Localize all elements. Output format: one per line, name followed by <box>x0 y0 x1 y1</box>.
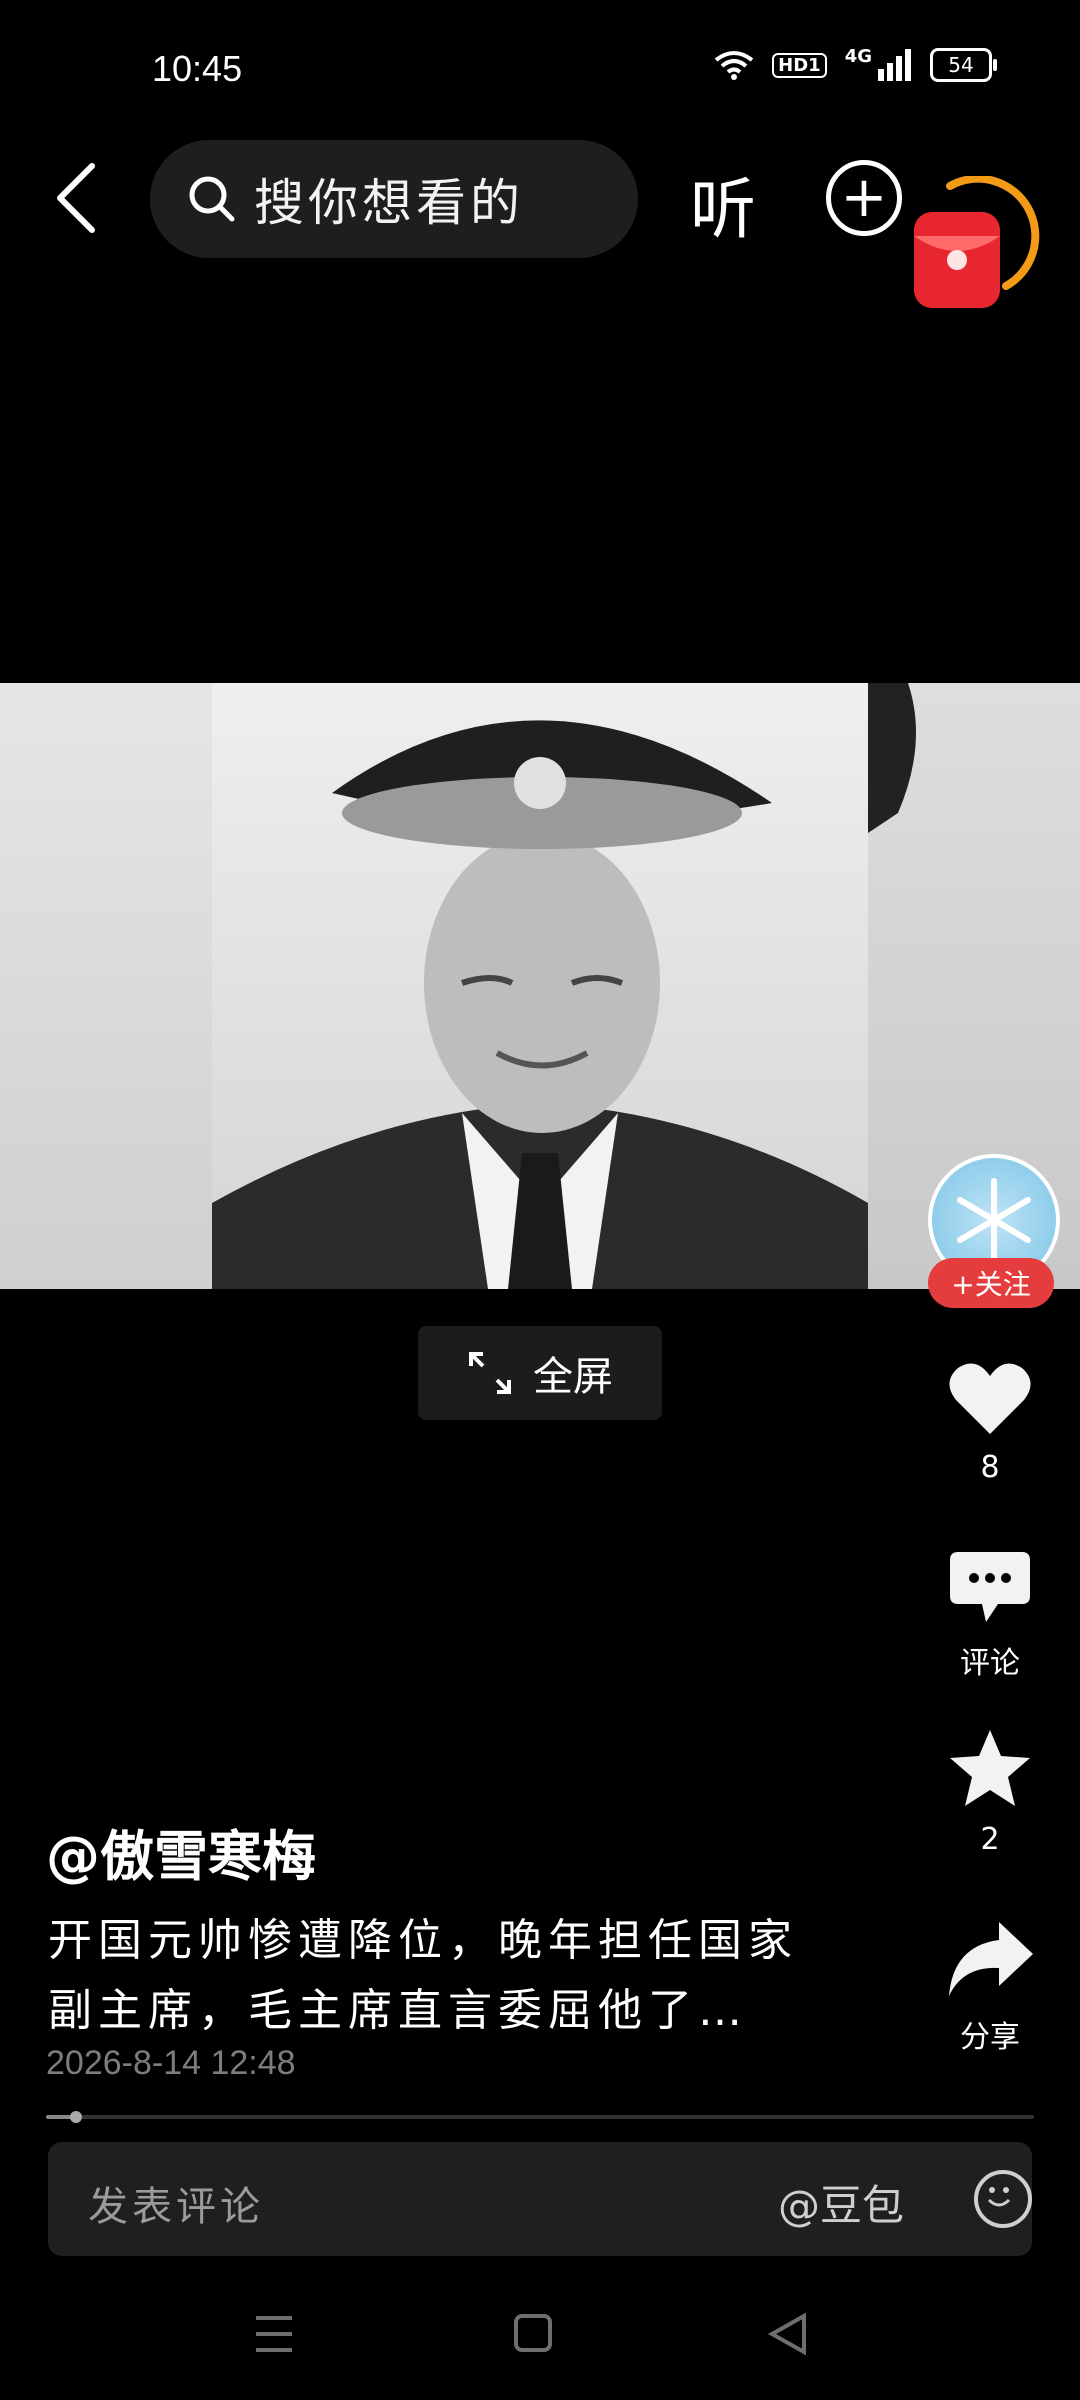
post-caption[interactable]: 开国元帅惨遭降位，晚年担任国家副主席，毛主席直言委屈他了… <box>48 1906 828 2046</box>
fullscreen-label: 全屏 <box>533 1354 613 1400</box>
favorite-count: 2 <box>980 1822 1000 1857</box>
plus-icon: + <box>840 165 888 230</box>
signal-icon <box>878 49 911 81</box>
comment-button[interactable]: 评论 <box>930 1552 1050 1682</box>
back-nav-icon[interactable] <box>767 2312 806 2356</box>
portrait-photo <box>212 683 868 1289</box>
post-timestamp: 2026-8-14 12:48 <box>46 2044 296 2082</box>
add-button[interactable]: + <box>826 160 902 236</box>
search-icon <box>189 176 235 222</box>
hd-badge: HD1 <box>772 52 827 78</box>
fullscreen-button[interactable]: 全屏 <box>418 1326 662 1420</box>
system-nav-bar <box>256 2312 806 2356</box>
comment-input[interactable]: 发表评论 @豆包 <box>48 2142 1032 2256</box>
video-progress[interactable] <box>46 2111 1034 2123</box>
share-label: 分享 <box>960 2020 1020 2055</box>
like-button[interactable]: 8 <box>930 1360 1050 1485</box>
search-bar[interactable]: 搜你想看的 <box>150 140 638 258</box>
star-icon <box>950 1730 1030 1806</box>
post-username[interactable]: @傲雪寒梅 <box>46 1812 316 1891</box>
expand-icon <box>469 1352 511 1394</box>
progress-knob[interactable] <box>69 2111 82 2123</box>
heart-icon <box>949 1363 1031 1434</box>
post-media[interactable] <box>0 683 1080 1289</box>
status-time: 10:45 <box>152 48 243 89</box>
wifi-icon <box>714 51 754 80</box>
comment-placeholder: 发表评论 <box>88 2184 264 2230</box>
like-count: 8 <box>980 1450 1000 1485</box>
emoji-icon[interactable] <box>974 2170 1032 2228</box>
snowflake-icon <box>957 1178 1031 1262</box>
mention-button[interactable]: @豆包 <box>778 2172 904 2233</box>
listen-button[interactable]: 听 <box>690 156 756 252</box>
photo-side-left <box>0 683 212 1289</box>
favorite-button[interactable]: 2 <box>930 1728 1050 1857</box>
share-icon <box>949 1922 1033 1996</box>
share-button[interactable]: 分享 <box>930 1920 1050 2056</box>
follow-button[interactable]: +关注 <box>928 1258 1054 1308</box>
network-type: 4G <box>844 45 872 67</box>
menu-icon[interactable] <box>256 2316 292 2352</box>
back-icon[interactable] <box>54 162 98 234</box>
home-icon[interactable] <box>514 2314 552 2352</box>
search-placeholder: 搜你想看的 <box>254 174 524 232</box>
status-icons: HD1 4G 54 <box>714 45 997 82</box>
battery-indicator: 54 <box>930 48 997 82</box>
comment-icon <box>950 1552 1030 1622</box>
comment-label: 评论 <box>960 1646 1020 1681</box>
red-envelope-icon[interactable] <box>902 176 1040 316</box>
